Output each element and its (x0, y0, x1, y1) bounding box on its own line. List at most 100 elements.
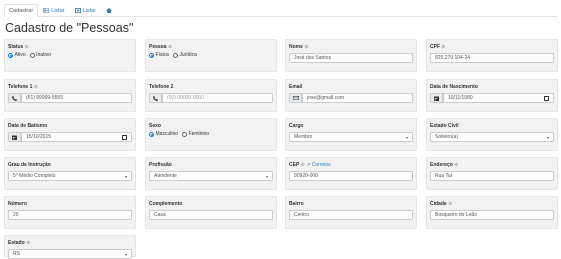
help-icon: ⊕ (448, 201, 453, 207)
bairro-input[interactable]: Centro (289, 210, 413, 220)
cep-label: CEP (289, 162, 300, 168)
help-icon: ⊕ (300, 162, 305, 168)
help-icon: ⊕ (304, 44, 309, 50)
help-icon: ⊕ (167, 44, 173, 50)
complemento-group: Complemento Casa (145, 196, 277, 229)
email-label: Email (289, 84, 303, 90)
radio-unchecked-icon (29, 52, 35, 58)
chevron-down-icon: ▾ (124, 174, 127, 179)
telefone1-input[interactable]: (51) 99999-5555 (21, 93, 132, 103)
status-radios: Ativo Inativo (8, 52, 51, 58)
email-group: Email jose@gmail.com (285, 79, 417, 112)
calendar-addon-icon (430, 93, 443, 103)
chevron-down-icon: ▾ (546, 135, 549, 140)
data-batismo-label: Data de Batismo (8, 123, 48, 129)
profissao-select[interactable]: Atendente ▾ (149, 171, 273, 181)
radio-unchecked-icon (182, 131, 188, 137)
status-inativo-radio[interactable]: Inativo (29, 52, 51, 58)
cpf-label: CPF (430, 44, 440, 50)
estado-civil-select[interactable]: Solteiro(a) ▾ (430, 132, 554, 142)
calendar-picker-icon[interactable] (122, 135, 127, 140)
sexo-group: Sexo Masculino Feminino (145, 118, 277, 151)
cargo-label: Cargo (289, 123, 304, 129)
sexo-feminino-radio[interactable]: Feminino (182, 131, 209, 137)
telefone2-input[interactable]: (00) 00000-0000 (162, 93, 273, 103)
cep-input[interactable]: 90920-000 (289, 171, 413, 181)
nome-input[interactable]: José dos Santos (289, 53, 413, 63)
estado-label: Estado (8, 240, 25, 246)
bairro-group: Bairro Centro (285, 196, 417, 229)
status-group: Status ⊕ Ativo Inativo (4, 39, 136, 72)
data-nascimento-label: Data de Nascimento (430, 84, 478, 90)
cidade-input[interactable]: Bosqueiro do Leão (430, 210, 554, 220)
complemento-label: Complemento (149, 201, 183, 207)
chevron-down-icon: ▾ (265, 174, 268, 179)
sexo-masculino-radio[interactable]: Masculino (149, 131, 178, 137)
phone-icon (8, 93, 21, 103)
cep-group: CEP ⊕ ⇗ Correios 90920-000 (285, 157, 417, 190)
sexo-label: Sexo (149, 123, 161, 129)
help-icon: ⊕ (441, 44, 446, 50)
estado-civil-group: Estado Civil Solteiro(a) ▾ (426, 118, 558, 151)
telefone1-group: Telefone 1 ⊕ (51) 99999-5555 (4, 79, 136, 112)
page-title: Cadastro de "Pessoas" (5, 21, 134, 35)
cpf-input[interactable]: 825.279.104-24 (430, 53, 554, 63)
tab-listar-2[interactable]: Listar (70, 4, 101, 17)
cidade-group: Cidade ⊕ Bosqueiro do Leão (426, 196, 558, 229)
data-batismo-group: Data de Batismo 15/10/2015 (4, 118, 136, 151)
grau-instrucao-group: Grau de Instrução 5° Médio Completo ▾ (4, 157, 136, 190)
estado-select[interactable]: RS ▾ (8, 249, 132, 259)
cpf-group: CPF ⊕ 825.279.104-24 (426, 39, 558, 72)
pessoa-fisica-radio[interactable]: Física (149, 52, 169, 58)
grid-icon (43, 8, 50, 13)
estado-civil-label: Estado Civil (430, 123, 459, 129)
numero-input[interactable]: 20 (8, 210, 132, 220)
plus-square-icon (74, 8, 81, 13)
cidade-label: Cidade (430, 201, 447, 207)
telefone2-group: Telefone 2 (00) 00000-0000 (145, 79, 277, 112)
cargo-select[interactable]: Membro ▾ (289, 132, 413, 142)
calendar-addon-icon (8, 132, 21, 142)
sexo-radios: Masculino Feminino (149, 131, 209, 137)
radio-checked-icon (8, 52, 13, 58)
pessoa-juridica-radio[interactable]: Jurídica (172, 52, 197, 58)
telefone2-label: Telefone 2 (149, 84, 174, 90)
endereco-input[interactable]: Rua Tal (430, 171, 554, 181)
endereco-label: Endereço (430, 162, 453, 168)
numero-group: Número 20 (4, 196, 136, 229)
radio-checked-icon (149, 131, 154, 137)
bairro-label: Bairro (289, 201, 304, 207)
help-icon: ⊕ (33, 84, 38, 90)
tab-cadastrar[interactable]: Cadastrar (4, 4, 39, 17)
chevron-down-icon: ▾ (405, 135, 408, 140)
complemento-input[interactable]: Casa (149, 210, 273, 220)
nome-label: Nome (289, 44, 303, 50)
help-icon: ⊕ (26, 240, 31, 246)
pessoa-radios: Física Jurídica (149, 52, 197, 58)
phone-icon (149, 93, 162, 103)
tab-bar: Cadastrar Listar Listar (4, 4, 117, 17)
correios-link[interactable]: Correios (312, 162, 331, 168)
chevron-down-icon: ▾ (124, 252, 127, 257)
endereco-group: Endereço ⊕ Rua Tal (426, 157, 558, 190)
cargo-group: Cargo Membro ▾ (285, 118, 417, 151)
pessoa-label: Pessoa (149, 44, 167, 50)
tab-home[interactable] (101, 4, 117, 17)
calendar-picker-icon[interactable] (544, 96, 549, 101)
status-label: Status (8, 44, 24, 50)
status-ativo-radio[interactable]: Ativo (8, 52, 26, 58)
radio-checked-icon (149, 52, 154, 58)
data-nascimento-group: Data de Nascimento 10/11/1980 (426, 79, 558, 112)
pessoa-group: Pessoa ⊕ Física Jurídica (145, 39, 277, 72)
home-icon (106, 8, 113, 13)
data-batismo-input[interactable]: 15/10/2015 (21, 132, 132, 142)
profissao-group: Profissão Atendente ▾ (145, 157, 277, 190)
tab-listar[interactable]: Listar (38, 4, 69, 17)
grau-instrucao-label: Grau de Instrução (8, 162, 51, 168)
grau-instrucao-select[interactable]: 5° Médio Completo ▾ (8, 171, 132, 181)
numero-label: Número (8, 201, 27, 207)
external-link-icon[interactable]: ⇗ (306, 162, 310, 168)
data-nascimento-input[interactable]: 10/11/1980 (443, 93, 554, 103)
nome-group: Nome ⊕ José dos Santos (285, 39, 417, 72)
email-input[interactable]: jose@gmail.com (302, 93, 413, 103)
